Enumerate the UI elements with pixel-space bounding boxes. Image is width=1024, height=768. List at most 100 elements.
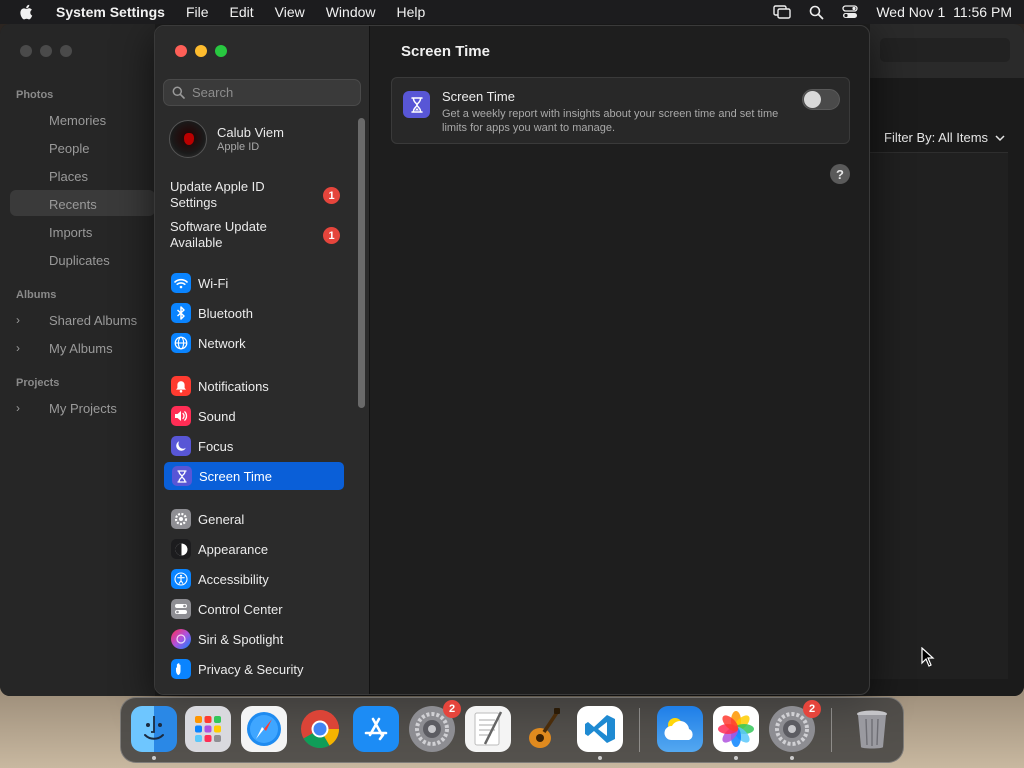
sidebar-item-label: Wi-Fi: [198, 275, 229, 291]
sidebar-item-bluetooth[interactable]: Bluetooth: [163, 299, 344, 327]
filter-by-dropdown[interactable]: Filter By: All Items: [884, 130, 1005, 145]
accessibility-icon: [171, 569, 191, 589]
menu-help[interactable]: Help: [397, 4, 426, 20]
dock-vscode[interactable]: [577, 706, 623, 760]
sidebar-item-label: Sound: [198, 408, 236, 424]
update-apple-id-notice[interactable]: Update Apple ID Settings 1: [170, 179, 340, 211]
card-title: Screen Time: [442, 89, 515, 104]
moon-icon: [171, 436, 191, 456]
menu-app-name[interactable]: System Settings: [56, 4, 165, 20]
photos-icon: [718, 711, 754, 747]
photos-section-label: Photos: [16, 89, 54, 101]
dock-trash[interactable]: [849, 706, 895, 752]
dock-app-store[interactable]: [353, 706, 399, 752]
chevron-right-icon[interactable]: ›: [16, 341, 20, 355]
photos-sidebar-item[interactable]: My Projects: [49, 401, 117, 416]
dock-textedit[interactable]: [465, 706, 511, 752]
sidebar-item-screen-time[interactable]: Screen Time: [164, 462, 344, 490]
menubar-clock[interactable]: Wed Nov 1 11:56 PM: [876, 4, 1012, 20]
dock-chrome[interactable]: [297, 706, 343, 752]
notice-label: Update Apple ID Settings: [170, 179, 265, 210]
sidebar-item-appearance[interactable]: Appearance: [163, 535, 344, 563]
help-button[interactable]: ?: [830, 164, 850, 184]
sidebar-item-label: Screen Time: [199, 468, 272, 484]
dock-system-settings[interactable]: 2: [409, 700, 461, 752]
zoom-button[interactable]: [215, 45, 227, 57]
vscode-icon: [585, 715, 615, 743]
photos-search-field[interactable]: [880, 38, 1010, 62]
bell-icon: [171, 376, 191, 396]
photos-sidebar-item[interactable]: My Albums: [49, 341, 113, 356]
mouse-cursor-icon: [921, 647, 935, 667]
chevron-right-icon[interactable]: ›: [16, 313, 20, 327]
sidebar-item-siri-spotlight[interactable]: Siri & Spotlight: [163, 625, 344, 653]
dock-system-settings-running[interactable]: 2: [769, 700, 821, 760]
dock-photos[interactable]: [713, 706, 759, 760]
search-field[interactable]: [163, 79, 361, 106]
dock-launchpad[interactable]: [185, 706, 231, 752]
menu-view[interactable]: View: [275, 4, 305, 20]
sidebar-item-accessibility[interactable]: Accessibility: [163, 565, 344, 593]
sidebar-scrollbar[interactable]: [358, 118, 365, 408]
sidebar-item-label: Notifications: [198, 378, 269, 394]
photos-sidebar-item[interactable]: Places: [49, 169, 88, 184]
sidebar-item-notifications[interactable]: Notifications: [163, 372, 344, 400]
siri-icon: [171, 629, 191, 649]
chrome-icon: [301, 710, 340, 749]
photos-grid[interactable]: [870, 152, 1008, 679]
sidebar-item-label: Privacy & Security: [198, 661, 304, 677]
finder-icon: [144, 716, 164, 740]
search-input[interactable]: [192, 85, 352, 100]
window-controls: [175, 45, 227, 57]
sidebar-item-label: Bluetooth: [198, 305, 253, 321]
menu-window[interactable]: Window: [326, 4, 376, 20]
apple-id-account[interactable]: Calub Viem Apple ID: [169, 120, 284, 158]
running-indicator: [734, 756, 738, 760]
screen-mirroring-icon[interactable]: [773, 5, 792, 19]
screen-time-card: Screen Time Get a weekly report with ins…: [391, 77, 850, 144]
system-settings-window: Calub Viem Apple ID Update Apple ID Sett…: [154, 25, 870, 695]
apple-menu-icon[interactable]: [18, 3, 36, 21]
photos-sidebar-item[interactable]: People: [49, 141, 89, 156]
photos-sidebar-item[interactable]: Shared Albums: [49, 313, 137, 328]
photos-sidebar-item[interactable]: Imports: [49, 225, 92, 240]
notice-label: Software Update Available: [170, 219, 267, 250]
sidebar-item-focus[interactable]: Focus: [163, 432, 344, 460]
dock: 2 2: [120, 697, 904, 763]
spotlight-search-icon[interactable]: [809, 5, 824, 20]
chevron-right-icon[interactable]: ›: [16, 401, 20, 415]
safari-icon: [247, 712, 281, 746]
photos-sidebar-item[interactable]: Memories: [49, 113, 106, 128]
photos-sidebar-item-selected[interactable]: Recents: [49, 197, 97, 212]
photos-sidebar-item[interactable]: Duplicates: [49, 253, 110, 268]
settings-sidebar: Calub Viem Apple ID Update Apple ID Sett…: [155, 26, 370, 694]
dock-garageband[interactable]: [521, 706, 567, 752]
menu-edit[interactable]: Edit: [230, 4, 254, 20]
avatar: [169, 120, 207, 158]
sidebar-item-sound[interactable]: Sound: [163, 402, 344, 430]
sidebar-item-network[interactable]: Network: [163, 329, 344, 357]
control-center-icon[interactable]: [842, 5, 858, 19]
photos-window-controls[interactable]: [20, 45, 72, 57]
minimize-button[interactable]: [195, 45, 207, 57]
menu-file[interactable]: File: [186, 4, 209, 20]
screen-time-toggle[interactable]: [802, 89, 840, 110]
account-name: Calub Viem: [217, 125, 284, 140]
sidebar-item-control-center[interactable]: Control Center: [163, 595, 344, 623]
close-button[interactable]: [175, 45, 187, 57]
software-update-notice[interactable]: Software Update Available 1: [170, 219, 340, 251]
dock-safari[interactable]: [241, 706, 287, 752]
sidebar-item-general[interactable]: General: [163, 505, 344, 533]
sidebar-item-wifi[interactable]: Wi-Fi: [163, 269, 344, 297]
sidebar-item-privacy-security[interactable]: Privacy & Security: [163, 655, 344, 683]
launchpad-icon: [195, 716, 221, 742]
photos-sidebar: Photos Memories People Places Recents Im…: [0, 24, 155, 696]
sidebar-item-label: Appearance: [198, 541, 269, 557]
running-indicator: [152, 756, 156, 760]
dock-weather[interactable]: [657, 706, 703, 752]
running-indicator: [790, 756, 794, 760]
dock-finder[interactable]: [131, 706, 177, 760]
account-subtitle: Apple ID: [217, 141, 260, 153]
photos-section-label: Albums: [16, 289, 57, 301]
dock-badge: 2: [803, 700, 821, 718]
